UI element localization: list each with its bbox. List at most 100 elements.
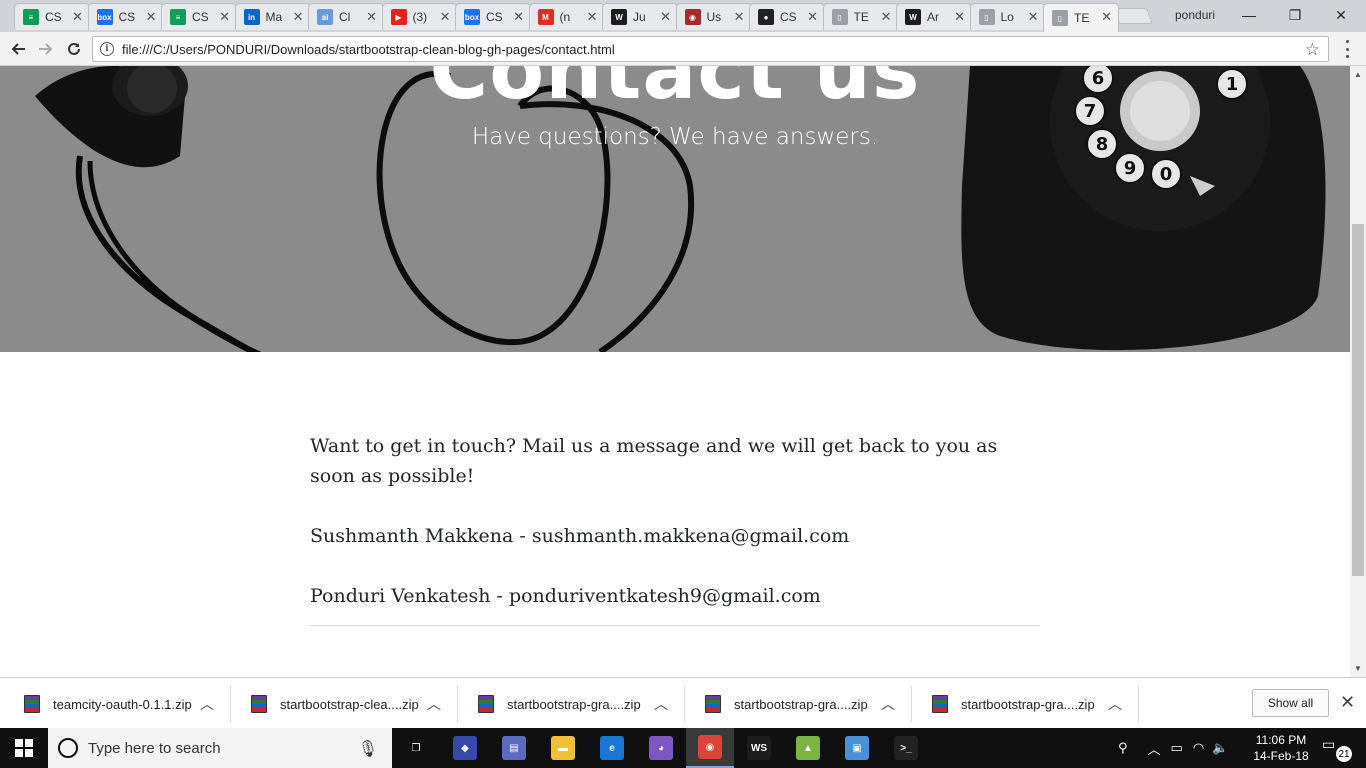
taskbar-search-box[interactable]: Type here to search 🎙 xyxy=(48,728,392,768)
close-window-button[interactable]: ✕ xyxy=(1318,2,1364,28)
taskbar-app-purple-button[interactable]: ◕ xyxy=(637,728,685,768)
page-scrollbar[interactable]: ▲ ▼ xyxy=(1350,66,1366,677)
scroll-down-arrow-icon[interactable]: ▼ xyxy=(1354,664,1362,673)
browser-tab[interactable]: M (n ✕ xyxy=(528,3,605,30)
download-item[interactable]: startbootstrap-gra....zip ︿ xyxy=(685,686,912,722)
microphone-icon[interactable]: 🎙 xyxy=(358,739,378,759)
download-filename: teamcity-oauth-0.1.1.zip xyxy=(53,696,192,712)
taskbar-app-blue-button[interactable]: ◆ xyxy=(441,728,489,768)
url-text[interactable]: file:///C:/Users/PONDURI/Downloads/start… xyxy=(122,42,615,57)
tab-label: CS xyxy=(486,10,503,24)
browser-tab[interactable]: ▶ (3) ✕ xyxy=(381,3,458,30)
action-center-button[interactable]: ▭ 21 xyxy=(1322,736,1352,762)
browser-tab[interactable]: ▯ TE ✕ xyxy=(822,3,899,30)
download-options-icon[interactable]: ︿ xyxy=(427,694,441,714)
browser-tab[interactable]: ● CS ✕ xyxy=(749,3,825,30)
start-button[interactable] xyxy=(0,728,48,768)
taskbar-app-monitor-button[interactable]: ▤ xyxy=(490,728,538,768)
browser-tab[interactable]: box CS ✕ xyxy=(87,3,164,30)
taskbar-webstorm-button[interactable]: WS xyxy=(735,728,783,768)
download-item[interactable]: teamcity-oauth-0.1.1.zip ︿ xyxy=(4,686,231,722)
search-placeholder: Type here to search xyxy=(88,739,221,757)
taskbar-file-explorer-button[interactable]: ▬ xyxy=(539,728,587,768)
taskbar-terminal-button[interactable]: >_ xyxy=(882,728,930,768)
bookmark-star-icon[interactable]: ☆ xyxy=(1305,40,1320,60)
app-monitor-icon: ▤ xyxy=(502,736,526,760)
close-tab-icon[interactable]: ✕ xyxy=(146,9,157,25)
tab-label: Lo xyxy=(1000,10,1014,24)
new-tab-button[interactable] xyxy=(1113,8,1153,24)
app-purple-icon: ◕ xyxy=(649,736,673,760)
browser-tab[interactable]: ◉ Us ✕ xyxy=(675,3,752,30)
browser-menu-button[interactable] xyxy=(1342,40,1352,58)
browser-tab[interactable]: in Ma ✕ xyxy=(234,3,311,30)
tab-label: Ar xyxy=(927,10,939,24)
reload-button[interactable] xyxy=(62,37,86,61)
taskbar-edge-button[interactable]: e xyxy=(588,728,636,768)
close-tab-icon[interactable]: ✕ xyxy=(219,9,230,25)
download-filename: startbootstrap-gra....zip xyxy=(961,696,1095,712)
battery-icon[interactable]: ▭ xyxy=(1171,740,1183,756)
page-title: Contact us xyxy=(429,66,921,117)
download-options-icon[interactable]: ︿ xyxy=(654,694,668,714)
info-icon[interactable]: i xyxy=(100,42,114,56)
linkedin-icon: in xyxy=(243,9,260,25)
download-options-icon[interactable]: ︿ xyxy=(200,694,214,714)
browser-tab[interactable]: ai Cl ✕ xyxy=(308,3,384,30)
browser-tab[interactable]: W Ju ✕ xyxy=(602,3,678,30)
browser-tab[interactable]: ▯ TE ✕ xyxy=(1043,3,1119,32)
minimize-button[interactable]: — xyxy=(1226,2,1272,28)
taskbar-task-view-button[interactable]: ❐ xyxy=(392,728,440,768)
close-tab-icon[interactable]: ✕ xyxy=(1028,9,1039,25)
close-tab-icon[interactable]: ✕ xyxy=(72,9,83,25)
wifi-icon[interactable]: ◠ xyxy=(1193,740,1204,756)
webstorm-icon: W xyxy=(611,9,627,25)
forward-button[interactable] xyxy=(34,37,58,61)
show-hidden-icons-icon[interactable]: ︿ xyxy=(1148,739,1161,758)
close-tab-icon[interactable]: ✕ xyxy=(734,9,745,25)
close-tab-icon[interactable]: ✕ xyxy=(366,9,377,25)
close-tab-icon[interactable]: ✕ xyxy=(440,9,451,25)
back-button[interactable] xyxy=(6,37,30,61)
download-options-icon[interactable]: ︿ xyxy=(1108,694,1122,714)
close-tab-icon[interactable]: ✕ xyxy=(660,9,671,25)
clock[interactable]: 11:06 PM 14-Feb-18 xyxy=(1252,732,1310,764)
zip-archive-icon xyxy=(705,695,721,713)
address-bar[interactable]: i file:///C:/Users/PONDURI/Downloads/sta… xyxy=(92,36,1329,62)
app-blue-icon: ◆ xyxy=(453,736,477,760)
browser-tab[interactable]: ≡ CS ✕ xyxy=(14,3,90,30)
divider xyxy=(310,625,1040,626)
volume-icon[interactable]: 🔈 xyxy=(1212,740,1228,756)
youtube-icon: ▶ xyxy=(390,9,407,25)
close-download-shelf-icon[interactable]: ✕ xyxy=(1340,692,1355,713)
download-item[interactable]: startbootstrap-clea....zip ︿ xyxy=(231,686,458,722)
scroll-up-arrow-icon[interactable]: ▲ xyxy=(1354,70,1362,79)
close-tab-icon[interactable]: ✕ xyxy=(1101,9,1112,25)
taskbar-android-studio-button[interactable]: ▲ xyxy=(784,728,832,768)
close-tab-icon[interactable]: ✕ xyxy=(293,9,304,25)
browser-tab[interactable]: ≡ CS ✕ xyxy=(161,3,237,30)
download-options-icon[interactable]: ︿ xyxy=(881,694,895,714)
taskbar-app-frame-button[interactable]: ▣ xyxy=(833,728,881,768)
show-all-downloads-button[interactable]: Show all xyxy=(1252,689,1329,717)
system-tray: ⚲ ︿ ▭ ◠ 🔈 xyxy=(1118,728,1228,768)
browser-toolbar: i file:///C:/Users/PONDURI/Downloads/sta… xyxy=(0,32,1366,66)
tab-strip: ≡ CS ✕ box CS ✕ ≡ CS ✕ in Ma ✕ ai Cl ✕ ▶ (3) ✕ box CS ✕ M (n ✕ W… xyxy=(0,0,1366,32)
close-tab-icon[interactable]: ✕ xyxy=(587,9,598,25)
download-item[interactable]: startbootstrap-gra....zip ︿ xyxy=(912,686,1139,722)
people-icon[interactable]: ⚲ xyxy=(1118,740,1128,756)
close-tab-icon[interactable]: ✕ xyxy=(807,9,818,25)
android-studio-icon: ▲ xyxy=(796,736,820,760)
close-tab-icon[interactable]: ✕ xyxy=(954,9,965,25)
restore-button[interactable]: ❐ xyxy=(1272,2,1318,28)
profile-name[interactable]: ponduri xyxy=(1175,8,1215,22)
terminal-icon: >_ xyxy=(894,736,918,760)
browser-tab[interactable]: ▯ Lo ✕ xyxy=(969,3,1046,30)
browser-tab[interactable]: box CS ✕ xyxy=(455,3,531,30)
scroll-thumb[interactable] xyxy=(1352,224,1364,576)
taskbar-chrome-button[interactable]: ◉ xyxy=(686,728,734,768)
close-tab-icon[interactable]: ✕ xyxy=(513,9,524,25)
browser-tab[interactable]: W Ar ✕ xyxy=(896,3,972,30)
close-tab-icon[interactable]: ✕ xyxy=(881,9,892,25)
download-item[interactable]: startbootstrap-gra....zip ︿ xyxy=(458,686,685,722)
